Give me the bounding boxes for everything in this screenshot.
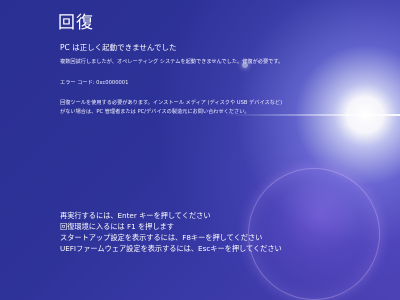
key-options: 再実行するには、Enter キーを押してください 回復環境に入るには F1 を押… <box>60 210 282 254</box>
recovery-tool-text-line2: がない場合は、PC 管理者または PC/デバイスの製造元にお問い合わせください。 <box>60 109 250 115</box>
recovery-screen: 回復 PC は正しく起動できませんでした 複数回試行しましたが、オペレーティング… <box>0 0 400 300</box>
detail-text: 複数回試行しましたが、オペレーティング システムを起動できませんでした。修復が必… <box>60 59 284 65</box>
error-code: エラー コード: 0xc0000001 <box>60 80 129 86</box>
option-startup-settings-f8[interactable]: スタートアップ設定を表示するには、F8キーを押してください <box>60 232 282 243</box>
option-recovery-f1[interactable]: 回復環境に入るには F1 を押します <box>60 221 282 232</box>
page-title: 回復 <box>58 13 94 33</box>
option-uefi-settings-esc[interactable]: UEFIファームウェア設定を表示するには、Escキーを押してください <box>60 243 282 254</box>
headline: PC は正しく起動できませんでした <box>60 43 177 52</box>
option-retry-enter[interactable]: 再実行するには、Enter キーを押してください <box>60 210 282 221</box>
recovery-tool-text-line1: 回復ツールを使用する必要があります。インストール メディア (ディスクや USB… <box>60 100 283 106</box>
